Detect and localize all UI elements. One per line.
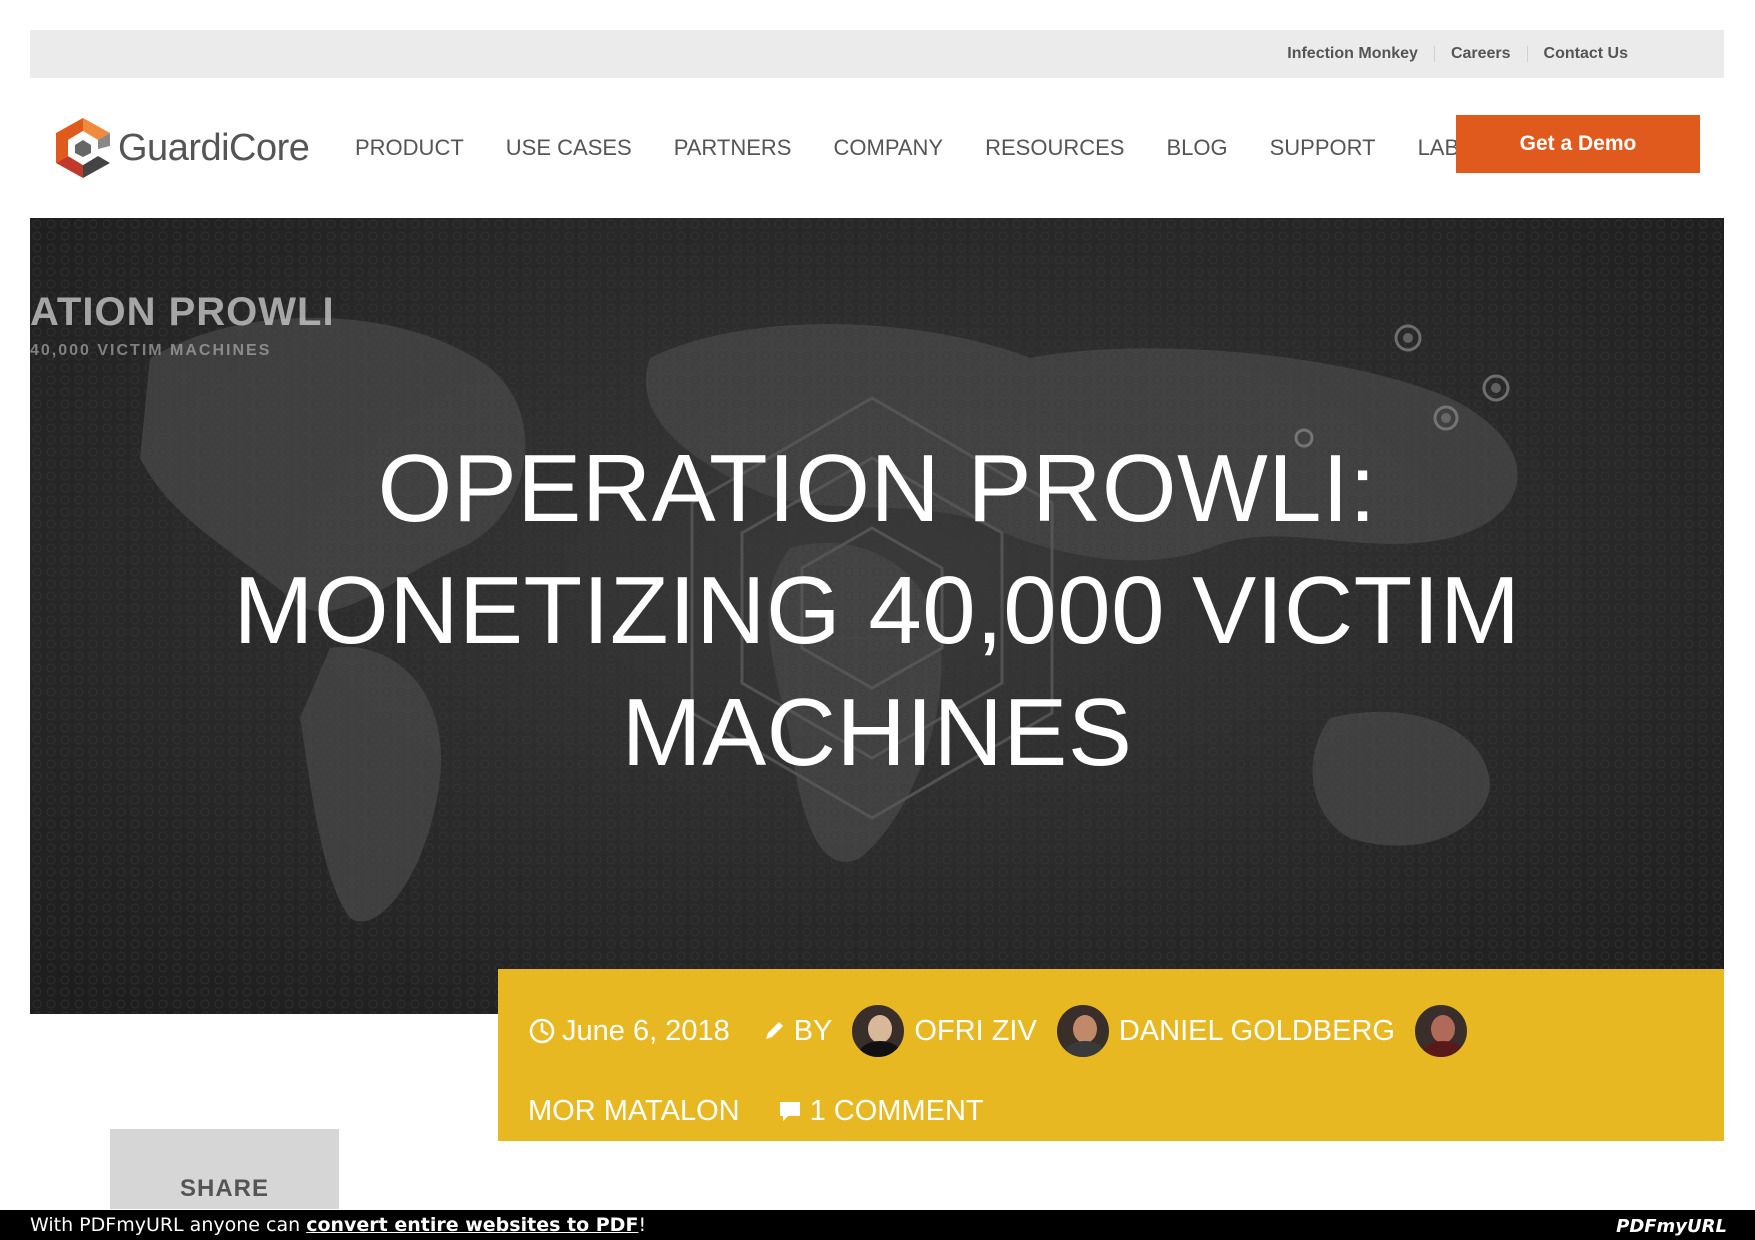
nav-item-support[interactable]: SUPPORT [1249,78,1397,218]
hero-corner-subtitle: 40,000 VICTIM MACHINES [30,342,272,359]
convert-websites-link[interactable]: convert entire websites to PDF [306,1214,638,1236]
main-header: GuardiCore PRODUCT USE CASES PARTNERS CO… [30,78,1724,221]
utility-link-contact-us[interactable]: Contact Us [1526,46,1644,62]
comments-count: 1 COMMENT [809,1095,984,1127]
logo-wordmark: GuardiCore [118,126,310,169]
nav-item-company[interactable]: COMPANY [813,78,965,218]
avatar-daniel-goldberg [1054,1003,1111,1059]
nav-item-blog[interactable]: BLOG [1145,78,1249,221]
comments-link[interactable]: 1 COMMENT [776,1071,984,1151]
post-title-line-1: OPERATION PROWLI: [377,435,1377,542]
utility-link-infection-monkey[interactable]: Infection Monkey [1271,46,1434,62]
site-logo[interactable]: GuardiCore [54,116,324,180]
utility-nav: Infection Monkey Careers Contact Us [30,30,1724,78]
nav-item-product[interactable]: PRODUCT [334,78,485,218]
by-label: BY [793,1015,833,1047]
share-label: SHARE [179,1175,269,1202]
post-title: OPERATION PROWLI: MONETIZING 40,000 VICT… [30,428,1724,794]
post-byline: BY [760,991,833,1071]
nav-item-partners[interactable]: PARTNERS [653,78,813,218]
hero-corner-title: ATION PROWLI [30,290,335,334]
nav-item-resources[interactable]: RESOURCES [964,78,1145,218]
pdf-footer-suffix: ! [638,1214,647,1236]
guardicore-logo-icon [56,118,110,178]
get-a-demo-button[interactable]: Get a Demo [1456,115,1700,173]
utility-link-careers[interactable]: Careers [1433,46,1527,62]
pdf-footer-prefix: With PDFmyURL anyone can [30,1214,307,1236]
author-link-daniel-goldberg[interactable]: DANIEL GOLDBERG [1119,991,1395,1071]
pdfmyurl-logo: PDFmyURL [1616,1216,1727,1237]
post-meta: June 6, 2018 BY OFRI ZIV DANIEL GOLDBERG… [498,969,1724,1141]
avatar-mor-matalon [1412,1003,1469,1059]
share-panel: SHARE [110,1129,339,1209]
avatar-ofri-ziv [850,1003,907,1059]
post-date-text: June 6, 2018 [562,1015,730,1047]
primary-nav: PRODUCT USE CASES PARTNERS COMPANY RESOU… [334,78,1495,221]
pencil-icon [765,1022,783,1039]
post-title-line-3: MACHINES [621,679,1133,786]
hero-banner: ATION PROWLI 40,000 VICTIM MACHINES OPER… [30,218,1724,1014]
post-date: June 6, 2018 [528,991,730,1071]
pdf-footer-bar: With PDFmyURL anyone can convert entire … [0,1210,1755,1240]
comment-icon [779,1102,800,1121]
clock-icon [529,1018,555,1044]
author-link-ofri-ziv[interactable]: OFRI ZIV [914,991,1036,1071]
author-link-mor-matalon[interactable]: MOR MATALON [528,1071,740,1151]
post-title-line-2: MONETIZING 40,000 VICTIM [233,557,1521,664]
nav-item-use-cases[interactable]: USE CASES [485,78,653,218]
